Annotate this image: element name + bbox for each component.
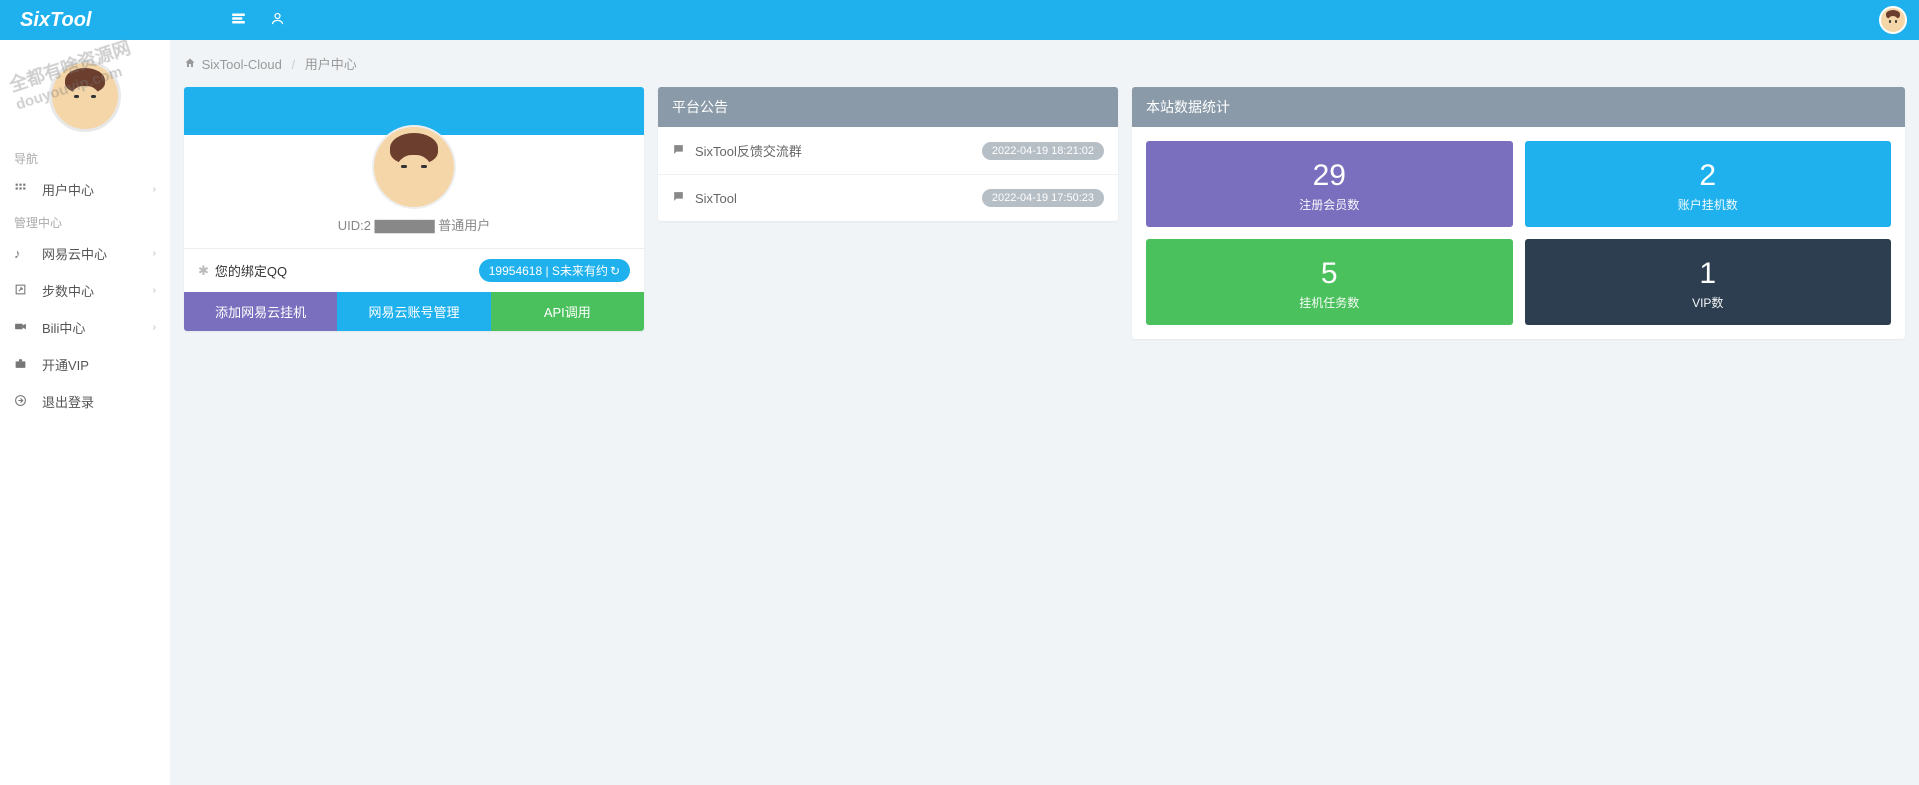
announcement-item[interactable]: SixTool 2022-04-19 17:50:23 [658, 175, 1118, 221]
nav-logout[interactable]: 退出登录 [0, 383, 170, 420]
nav-label: 用户中心 [42, 180, 94, 199]
stat-label: 挂机任务数 [1156, 294, 1503, 311]
star-icon: ✱ [198, 263, 209, 279]
nav-section-admin: 管理中心 [0, 208, 170, 235]
refresh-icon: ↻ [610, 264, 620, 278]
chevron-right-icon: › [153, 285, 156, 296]
user-icon[interactable] [270, 11, 285, 30]
stat-number: 29 [1156, 159, 1503, 192]
announcements-card: 平台公告 SixTool反馈交流群 2022-04-19 18:21:02 Si [658, 87, 1118, 221]
announcement-title: SixTool反馈交流群 [695, 141, 802, 160]
grid-icon [14, 182, 32, 198]
announcements-header: 平台公告 [658, 87, 1118, 127]
stat-label: 账户挂机数 [1535, 196, 1882, 213]
toggle-sidebar-icon[interactable] [231, 11, 246, 30]
stat-vip: 1 VIP数 [1525, 239, 1892, 325]
announcement-time: 2022-04-19 17:50:23 [982, 189, 1104, 207]
main-content: SixTool-Cloud / 用户中心 UID:2 ▇▇▇▇▇▇ 普通用户 ✱… [170, 40, 1919, 353]
comment-icon [672, 190, 685, 206]
announcement-time: 2022-04-19 18:21:02 [982, 142, 1104, 160]
stat-label: 注册会员数 [1156, 196, 1503, 213]
nav-label: 退出登录 [42, 392, 94, 411]
stat-number: 1 [1535, 257, 1882, 290]
video-icon [14, 320, 32, 336]
stat-label: VIP数 [1535, 294, 1882, 311]
nav-label: Bili中心 [42, 318, 85, 337]
external-icon [14, 283, 32, 299]
profile-card: UID:2 ▇▇▇▇▇▇ 普通用户 ✱ 您的绑定QQ 19954618 | S未… [184, 87, 644, 331]
nav-label: 开通VIP [42, 355, 89, 374]
chevron-right-icon: › [153, 322, 156, 333]
brand-logo[interactable]: SixTool [20, 9, 91, 32]
stats-card: 本站数据统计 29 注册会员数 2 账户挂机数 5 挂机任务数 [1132, 87, 1905, 339]
nav-netease[interactable]: ♪ 网易云中心 › [0, 235, 170, 272]
nav-user-center[interactable]: 用户中心 › [0, 171, 170, 208]
nav-bili[interactable]: Bili中心 › [0, 309, 170, 346]
announcement-item[interactable]: SixTool反馈交流群 2022-04-19 18:21:02 [658, 127, 1118, 175]
breadcrumb-root[interactable]: SixTool-Cloud [202, 57, 282, 72]
logout-icon [14, 394, 32, 410]
header-avatar[interactable] [1879, 6, 1907, 34]
profile-qq-row: ✱ 您的绑定QQ 19954618 | S未来有约 ↻ [184, 248, 644, 292]
sidebar: 导航 用户中心 › 管理中心 ♪ 网易云中心 › 步数中心 › Bili中心 ›… [0, 40, 170, 785]
chevron-right-icon: › [153, 248, 156, 259]
add-netease-button[interactable]: 添加网易云挂机 [184, 292, 337, 331]
nav-vip[interactable]: 开通VIP [0, 346, 170, 383]
manage-netease-button[interactable]: 网易云账号管理 [337, 292, 490, 331]
chevron-right-icon: › [153, 184, 156, 195]
breadcrumb-current: 用户中心 [305, 57, 357, 72]
qq-label: 您的绑定QQ [215, 261, 287, 280]
stat-accounts: 2 账户挂机数 [1525, 141, 1892, 227]
briefcase-icon [14, 357, 32, 373]
stat-number: 5 [1156, 257, 1503, 290]
home-icon [184, 57, 200, 72]
stat-number: 2 [1535, 159, 1882, 192]
stats-header: 本站数据统计 [1132, 87, 1905, 127]
profile-uid: UID:2 ▇▇▇▇▇▇ 普通用户 [184, 209, 644, 248]
api-call-button[interactable]: API调用 [491, 292, 644, 331]
stat-tasks: 5 挂机任务数 [1146, 239, 1513, 325]
music-icon: ♪ [14, 246, 32, 261]
profile-avatar [372, 125, 456, 209]
nav-steps[interactable]: 步数中心 › [0, 272, 170, 309]
breadcrumb: SixTool-Cloud / 用户中心 [184, 54, 1905, 73]
announcement-title: SixTool [695, 191, 737, 206]
nav-label: 步数中心 [42, 281, 94, 300]
stat-members: 29 注册会员数 [1146, 141, 1513, 227]
top-header: SixTool [0, 0, 1919, 40]
nav-label: 网易云中心 [42, 244, 107, 263]
comment-icon [672, 143, 685, 159]
nav-section-nav: 导航 [0, 144, 170, 171]
qq-badge[interactable]: 19954618 | S未来有约 ↻ [479, 259, 630, 282]
sidebar-avatar[interactable] [49, 60, 121, 132]
